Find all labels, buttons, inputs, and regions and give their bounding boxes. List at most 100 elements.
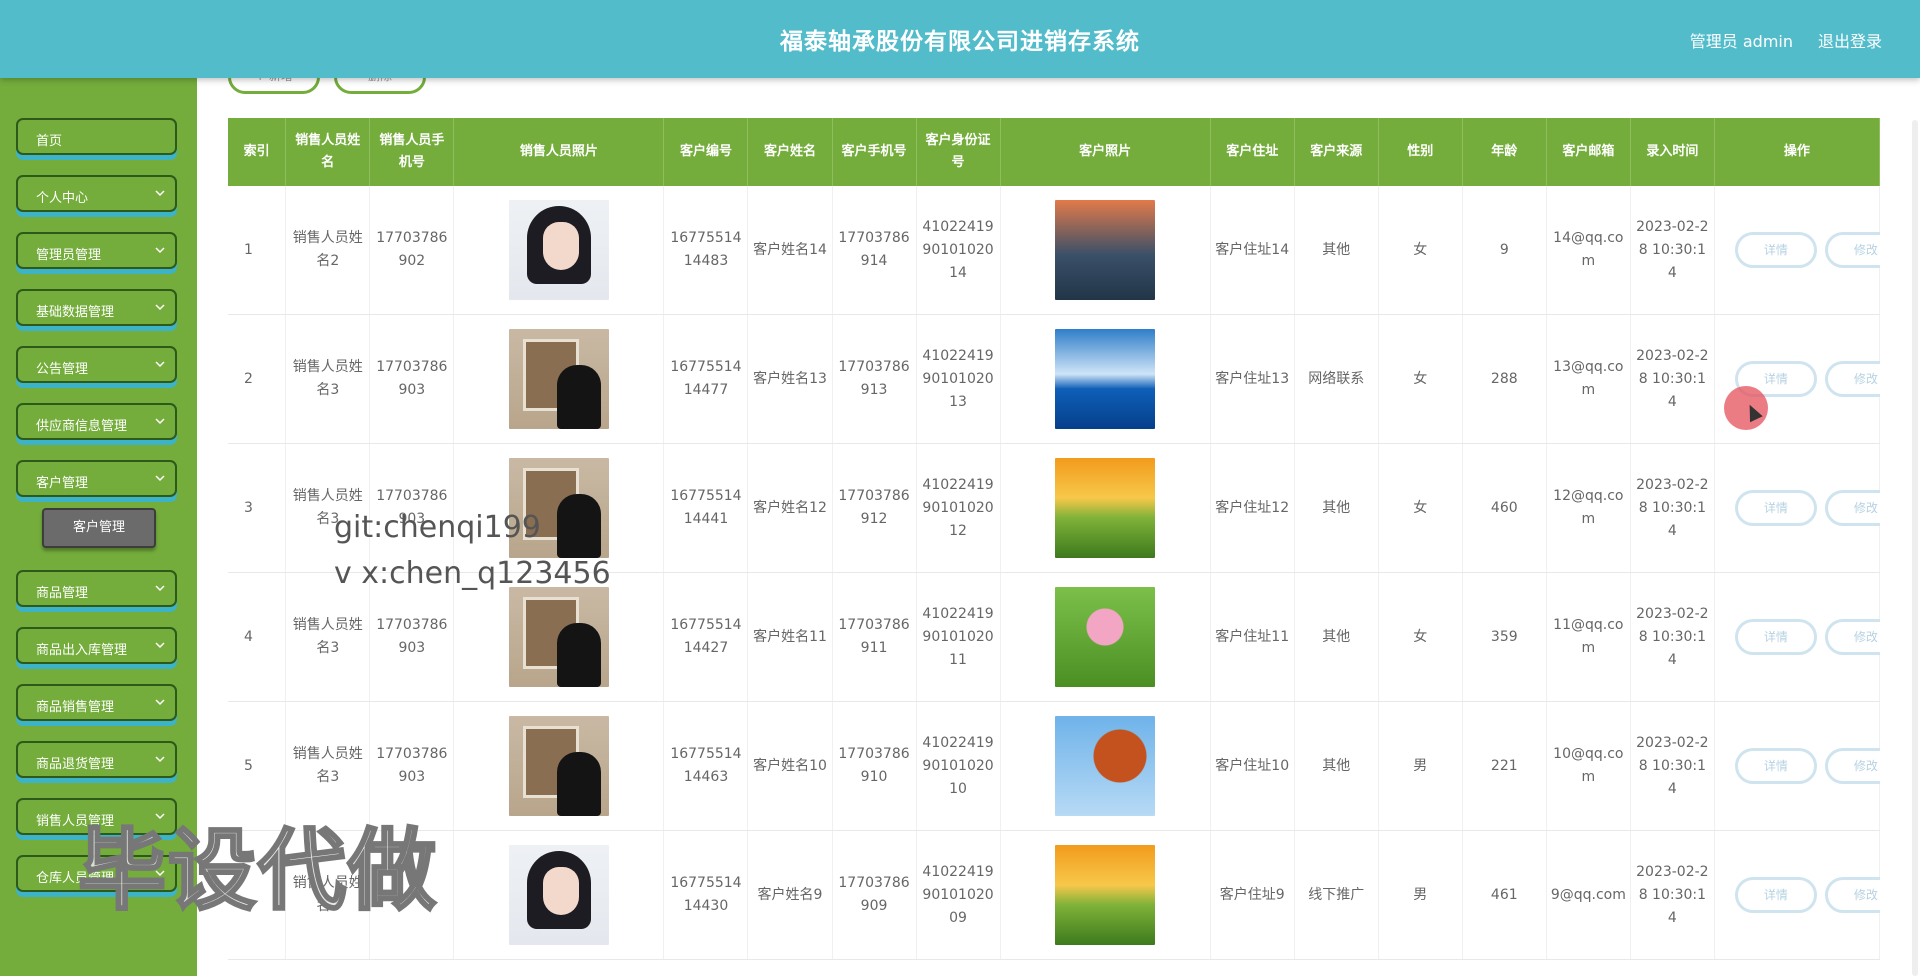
cell-age: 288	[1462, 314, 1547, 444]
column-header[interactable]: 客户邮箱	[1546, 118, 1631, 186]
sidebar-item-3[interactable]: 基础数据管理	[16, 289, 177, 326]
column-header[interactable]: 销售人员照片	[453, 118, 665, 186]
detail-button[interactable]: 详情	[1734, 748, 1817, 784]
actions-cell: 详情修改删除	[1714, 443, 1880, 573]
sidebar-item-5[interactable]: 供应商信息管理	[16, 403, 177, 440]
actions-cell: 详情修改删除	[1714, 186, 1880, 315]
detail-button[interactable]: 详情	[1734, 490, 1817, 526]
detail-button[interactable]: 详情	[1734, 619, 1817, 655]
column-header[interactable]: 客户身份证号	[916, 118, 1001, 186]
column-header[interactable]: 索引	[228, 118, 287, 186]
page-scrollbar[interactable]	[1912, 120, 1918, 976]
detail-button[interactable]: 详情	[1734, 232, 1817, 268]
column-header[interactable]: 年龄	[1462, 118, 1547, 186]
cell-customer-name: 客户姓名10	[747, 701, 833, 831]
actions-cell: 详情修改删除	[1714, 830, 1880, 960]
seller-photo[interactable]	[508, 329, 609, 429]
cell-seller-phone: 17703786903	[369, 314, 455, 444]
cell-gender: 男	[1378, 830, 1463, 960]
row-index: 4	[228, 572, 287, 702]
chevron-down-icon	[155, 642, 165, 649]
seller-photo[interactable]	[508, 200, 609, 300]
cell-address: 客户住址14	[1210, 186, 1295, 315]
cell-customer-no: 1677551414483	[663, 186, 749, 315]
cell-seller-name: 销售人员姓名3	[285, 314, 371, 444]
cell-customer-name: 客户姓名9	[747, 830, 833, 960]
chevron-down-icon	[155, 475, 165, 482]
column-header[interactable]: 客户姓名	[747, 118, 833, 186]
customer-photo-cell	[1000, 701, 1211, 831]
cell-address: 客户住址11	[1210, 572, 1295, 702]
seller-photo[interactable]	[508, 845, 609, 945]
watermark-git: git:chenqi199	[334, 510, 541, 545]
edit-button[interactable]: 修改	[1824, 748, 1880, 784]
cell-address: 客户住址9	[1210, 830, 1295, 960]
cell-age: 460	[1462, 443, 1547, 573]
current-user: 管理员 admin	[1689, 32, 1793, 51]
column-header[interactable]: 客户来源	[1294, 118, 1379, 186]
cell-email: 14@qq.com	[1546, 186, 1631, 315]
cell-created: 2023-02-28 10:30:14	[1630, 314, 1715, 444]
cell-customer-name: 客户姓名14	[747, 186, 833, 315]
sidebar-item-label: 商品出入库管理	[36, 643, 128, 658]
cell-created: 2023-02-28 10:30:14	[1630, 830, 1715, 960]
cell-source: 其他	[1294, 186, 1379, 315]
sidebar-item-label: 公告管理	[36, 362, 89, 377]
column-header[interactable]: 客户照片	[1000, 118, 1211, 186]
edit-button[interactable]: 修改	[1824, 877, 1880, 913]
seller-photo[interactable]	[508, 716, 609, 816]
table-row[interactable]: 1 销售人员姓名2 17703786902 1677551414483 客户姓名14 17…	[228, 186, 1880, 315]
column-header[interactable]: 性别	[1378, 118, 1463, 186]
seller-photo-cell	[453, 701, 665, 831]
sidebar-item-1[interactable]: 个人中心	[16, 175, 177, 212]
cell-customer-phone: 17703786913	[832, 314, 917, 444]
sidebar-item-8[interactable]: 商品出入库管理	[16, 627, 177, 664]
column-header[interactable]: 销售人员姓名	[285, 118, 371, 186]
cell-age: 461	[1462, 830, 1547, 960]
customer-photo-cell	[1000, 186, 1211, 315]
chevron-down-icon	[155, 418, 165, 425]
top-header: 福泰轴承股份有限公司进销存系统 管理员 admin 退出登录	[0, 0, 1920, 78]
cell-email: 12@qq.com	[1546, 443, 1631, 573]
sidebar-item-7[interactable]: 商品管理	[16, 570, 177, 607]
sidebar-item-2[interactable]: 管理员管理	[16, 232, 177, 269]
sidebar-item-label: 首页	[36, 134, 63, 149]
sidebar-item-4[interactable]: 公告管理	[16, 346, 177, 383]
cell-customer-phone: 17703786910	[832, 701, 917, 831]
table-row[interactable]: 销售人员姓名2 1677551414430 客户姓名9 17703786909 4102…	[228, 830, 1880, 960]
customer-photo[interactable]	[1055, 587, 1156, 687]
edit-button[interactable]: 修改	[1824, 490, 1880, 526]
column-header[interactable]: 客户手机号	[832, 118, 917, 186]
table-row[interactable]: 2 销售人员姓名3 17703786903 1677551414477 客户姓名13 17…	[228, 314, 1880, 444]
edit-button[interactable]: 修改	[1824, 619, 1880, 655]
column-header[interactable]: 客户编号	[663, 118, 749, 186]
chevron-down-icon	[155, 699, 165, 706]
cell-email: 11@qq.com	[1546, 572, 1631, 702]
edit-button[interactable]: 修改	[1824, 361, 1880, 397]
column-header[interactable]: 客户住址	[1210, 118, 1295, 186]
cell-customer-phone: 17703786914	[832, 186, 917, 315]
column-header[interactable]: 销售人员手机号	[369, 118, 455, 186]
table-row[interactable]: 5 销售人员姓名3 17703786903 1677551414463 客户姓名10 17…	[228, 701, 1880, 831]
seller-photo[interactable]	[508, 587, 609, 687]
customer-photo[interactable]	[1055, 458, 1156, 558]
customer-photo-cell	[1000, 572, 1211, 702]
customer-photo[interactable]	[1055, 845, 1156, 945]
cell-gender: 女	[1378, 443, 1463, 573]
submenu-customer-management[interactable]: 客户管理	[42, 508, 156, 548]
sidebar-item-0[interactable]: 首页	[16, 118, 177, 155]
column-header[interactable]: 录入时间	[1630, 118, 1715, 186]
system-title: 福泰轴承股份有限公司进销存系统	[780, 29, 1140, 55]
edit-button[interactable]: 修改	[1824, 232, 1880, 268]
column-header[interactable]: 操作	[1714, 118, 1880, 186]
sidebar-item-10[interactable]: 商品退货管理	[16, 741, 177, 778]
customer-photo[interactable]	[1055, 716, 1156, 816]
sidebar-item-9[interactable]: 商品销售管理	[16, 684, 177, 721]
logout-link[interactable]: 退出登录	[1818, 28, 1882, 52]
customer-photo[interactable]	[1055, 329, 1156, 429]
cell-created: 2023-02-28 10:30:14	[1630, 186, 1715, 315]
cell-created: 2023-02-28 10:30:14	[1630, 443, 1715, 573]
detail-button[interactable]: 详情	[1734, 877, 1817, 913]
customer-photo[interactable]	[1055, 200, 1156, 300]
sidebar-item-6[interactable]: 客户管理	[16, 460, 177, 497]
